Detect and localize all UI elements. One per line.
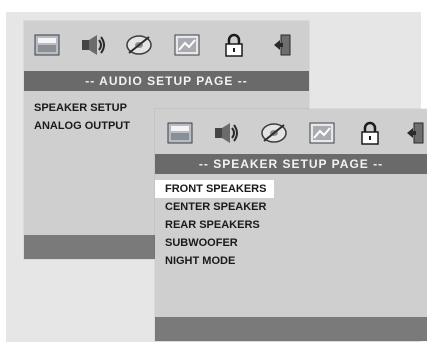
video-setup-icon[interactable] <box>260 120 288 146</box>
speaker-setup-items: FRONT SPEAKERS CENTER SPEAKER REAR SPEAK… <box>155 179 427 270</box>
general-setup-icon[interactable] <box>33 32 61 58</box>
preference-icon[interactable] <box>173 32 201 58</box>
audio-setup-icon[interactable] <box>79 32 107 58</box>
audio-setup-page-title: -- AUDIO SETUP PAGE -- <box>24 71 309 91</box>
audio-setup-icon[interactable] <box>212 120 240 146</box>
preference-icon[interactable] <box>308 120 336 146</box>
exit-icon[interactable] <box>401 120 427 146</box>
speaker-setup-menu: -- SPEAKER SETUP PAGE -- FRONT SPEAKERS … <box>155 109 427 341</box>
lock-icon[interactable] <box>356 120 384 146</box>
lock-icon[interactable] <box>220 32 248 58</box>
general-setup-icon[interactable] <box>166 120 194 146</box>
exit-icon[interactable] <box>268 32 296 58</box>
night-mode-item[interactable]: NIGHT MODE <box>155 252 427 270</box>
subwoofer-item[interactable]: SUBWOOFER <box>155 234 427 252</box>
center-speaker-item[interactable]: CENTER SPEAKER <box>155 198 427 216</box>
video-setup-icon[interactable] <box>125 32 153 58</box>
setup-icon-strip-speaker <box>155 109 427 155</box>
front-speakers-item[interactable]: FRONT SPEAKERS <box>155 180 275 198</box>
speaker-setup-page-title: -- SPEAKER SETUP PAGE -- <box>155 154 427 174</box>
speaker-setup-footer-bar <box>155 317 427 341</box>
setup-icon-strip <box>24 21 309 67</box>
rear-speakers-item[interactable]: REAR SPEAKERS <box>155 216 427 234</box>
